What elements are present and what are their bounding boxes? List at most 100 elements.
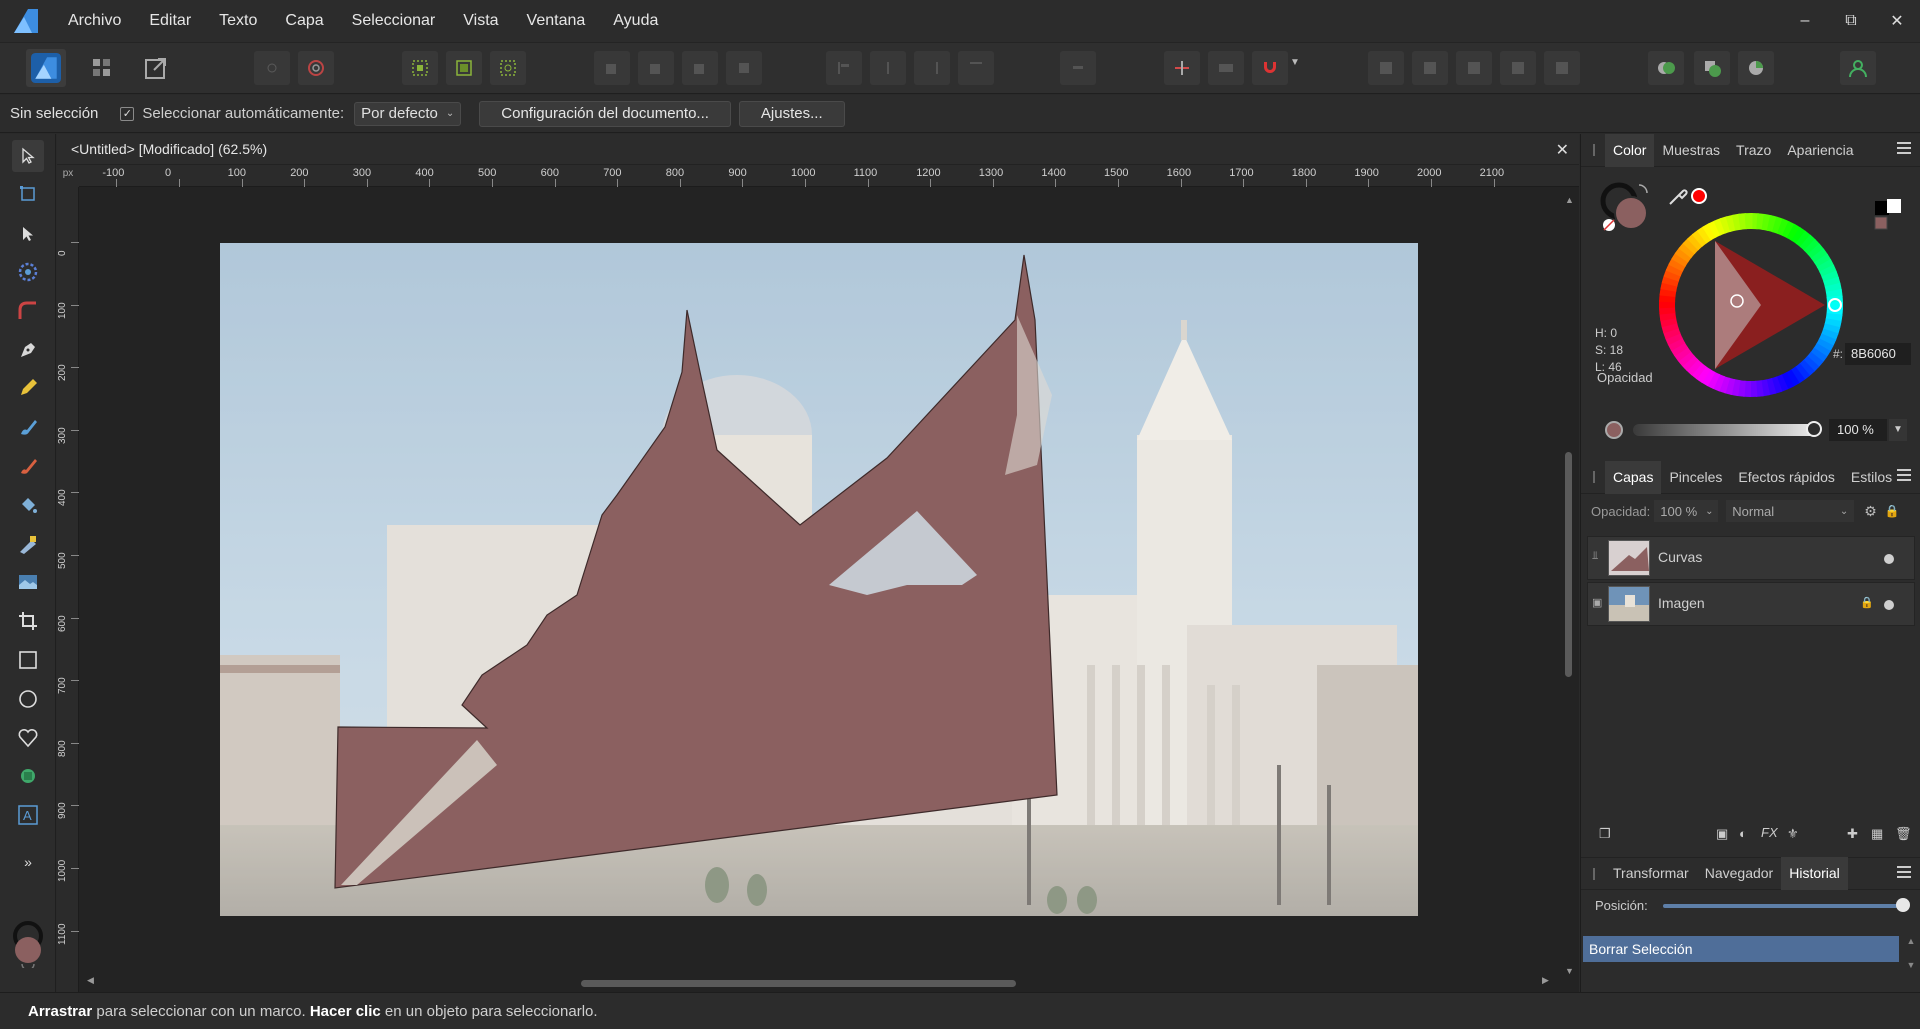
- heart-tool[interactable]: [12, 722, 44, 754]
- corner-tool[interactable]: [12, 295, 44, 327]
- close-window-button[interactable]: ✕: [1874, 0, 1920, 42]
- tab-historial[interactable]: Historial: [1781, 857, 1848, 890]
- color-wheel[interactable]: [1651, 205, 1851, 405]
- history-scrollbar[interactable]: ▲ ▼: [1903, 936, 1919, 986]
- canvas[interactable]: [57, 165, 1579, 992]
- history-slider-thumb[interactable]: [1896, 898, 1910, 912]
- designer-persona-button[interactable]: [26, 49, 66, 87]
- layer-opacity-input[interactable]: 100 % ⌄: [1654, 500, 1719, 522]
- boolean-3-button[interactable]: [1456, 51, 1492, 85]
- arrange-layers-icon[interactable]: ❐: [1599, 826, 1611, 842]
- export-persona-button[interactable]: [138, 51, 174, 85]
- settings-button[interactable]: Ajustes...: [738, 100, 845, 127]
- tab-pinceles[interactable]: Pinceles: [1661, 461, 1730, 494]
- vertical-scroll-thumb[interactable]: [1565, 452, 1572, 677]
- layer-settings-gear-icon[interactable]: ⚙: [1864, 503, 1877, 520]
- restore-button[interactable]: ⧉: [1828, 0, 1874, 42]
- close-document-icon[interactable]: ✕: [1556, 140, 1569, 160]
- canvas-area[interactable]: -200-10001002003004005006007008009001000…: [57, 165, 1579, 992]
- tab-trazo[interactable]: Trazo: [1728, 134, 1779, 167]
- opacity-slider[interactable]: [1633, 424, 1819, 436]
- scroll-down-icon[interactable]: ▼: [1565, 966, 1574, 976]
- fx-icon[interactable]: FX: [1761, 825, 1778, 840]
- fill-stroke-selector-icon[interactable]: [1597, 179, 1657, 239]
- account-button[interactable]: [1840, 51, 1876, 85]
- tab-capas[interactable]: Capas: [1605, 460, 1662, 494]
- default-colors-icon[interactable]: [1871, 197, 1907, 237]
- tab-estilos[interactable]: Estilos: [1843, 461, 1900, 494]
- live-filter-icon[interactable]: ⚜: [1787, 826, 1799, 842]
- horizontal-scrollbar[interactable]: ◀ ▶: [79, 972, 1559, 992]
- menu-item[interactable]: Capa: [271, 0, 337, 42]
- tab-apariencia[interactable]: Apariencia: [1779, 134, 1861, 167]
- fill-tool[interactable]: [12, 489, 44, 521]
- fill-stroke-swatch[interactable]: [10, 920, 46, 971]
- menu-item[interactable]: Seleccionar: [338, 0, 450, 42]
- snapping-dropdown-icon[interactable]: ▼: [1290, 57, 1300, 68]
- vertical-scrollbar[interactable]: ▲ ▼: [1559, 187, 1579, 992]
- tab-navegador[interactable]: Navegador: [1697, 857, 1782, 890]
- document-tab[interactable]: <Untitled> [Modificado] (62.5%) ✕: [57, 134, 1579, 165]
- menu-item[interactable]: Ayuda: [599, 0, 672, 42]
- align-2-button[interactable]: [870, 51, 906, 85]
- artistic-text-tool[interactable]: A: [12, 799, 44, 831]
- opacity-input[interactable]: 100 %: [1829, 419, 1887, 441]
- horizontal-ruler[interactable]: -200-10001002003004005006007008009001000…: [57, 165, 1579, 187]
- menu-item[interactable]: Editar: [135, 0, 205, 42]
- align-4-button[interactable]: [958, 51, 994, 85]
- scroll-down-icon[interactable]: ▼: [1903, 960, 1919, 970]
- hamburger-icon[interactable]: [1897, 142, 1911, 156]
- visibility-toggle-icon[interactable]: [1884, 554, 1894, 564]
- more-tools-button[interactable]: »: [12, 846, 44, 878]
- menu-item[interactable]: Texto: [205, 0, 271, 42]
- move-tool[interactable]: [12, 140, 44, 172]
- pencil-tool[interactable]: [12, 372, 44, 404]
- select-similar-button[interactable]: [490, 51, 526, 85]
- arrange-3-button[interactable]: [682, 51, 718, 85]
- scroll-right-icon[interactable]: ▶: [1542, 975, 1549, 986]
- node-tool[interactable]: [12, 218, 44, 250]
- minimize-button[interactable]: –: [1782, 0, 1828, 42]
- boolean-4-button[interactable]: [1500, 51, 1536, 85]
- paint-brush-tool[interactable]: [12, 450, 44, 482]
- picked-color-swatch[interactable]: [1691, 188, 1707, 204]
- quick-mask-3-button[interactable]: [1738, 51, 1774, 85]
- snapping-settings-button[interactable]: [298, 51, 334, 85]
- arrange-1-button[interactable]: [594, 51, 630, 85]
- vertical-ruler[interactable]: 0 100 200 300 400 500 600 700 800 900 1000 1100: [57, 165, 79, 992]
- align-1-button[interactable]: [826, 51, 862, 85]
- tab-transformar[interactable]: Transformar: [1605, 857, 1697, 890]
- snapping-magnet-button[interactable]: [1252, 51, 1288, 85]
- tab-efectos-rápidos[interactable]: Efectos rápidos: [1730, 461, 1843, 494]
- pixel-persona-button[interactable]: [84, 51, 120, 85]
- scroll-up-icon[interactable]: ▲: [1565, 195, 1574, 205]
- blend-mode-dropdown[interactable]: Normal ⌄: [1726, 500, 1855, 522]
- tab-color[interactable]: Color: [1605, 133, 1655, 167]
- transparency-tool[interactable]: [12, 528, 44, 560]
- opacity-slider-thumb[interactable]: [1806, 421, 1822, 437]
- tab-muestras[interactable]: Muestras: [1654, 134, 1728, 167]
- quick-mask-2-button[interactable]: [1694, 51, 1730, 85]
- add-layer-icon[interactable]: ✚: [1847, 826, 1858, 842]
- menu-item[interactable]: Ventana: [513, 0, 600, 42]
- place-image-tool[interactable]: [12, 566, 44, 598]
- vector-brush-tool[interactable]: [12, 411, 44, 443]
- crop-tool[interactable]: [12, 605, 44, 637]
- panel-grip[interactable]: [1593, 471, 1595, 483]
- lock-icon[interactable]: 🔒: [1885, 504, 1900, 518]
- menu-item[interactable]: Archivo: [54, 0, 135, 42]
- autoselect-checkbox[interactable]: ✓: [120, 106, 135, 121]
- artboard-tool[interactable]: [12, 178, 44, 210]
- arrange-2-button[interactable]: [638, 51, 674, 85]
- point-transform-tool[interactable]: [12, 256, 44, 288]
- panel-grip[interactable]: [1593, 144, 1595, 156]
- hex-input[interactable]: 8B6060: [1845, 343, 1911, 365]
- document-setup-button[interactable]: Configuración del documento...: [479, 100, 731, 127]
- toggle-1-button[interactable]: [254, 51, 290, 85]
- horizontal-scroll-thumb[interactable]: [581, 980, 1016, 987]
- hamburger-icon[interactable]: [1897, 469, 1911, 483]
- ellipse-tool[interactable]: [12, 683, 44, 715]
- menu-item[interactable]: Vista: [449, 0, 512, 42]
- history-position-slider[interactable]: [1663, 904, 1903, 908]
- opacity-dropdown-icon[interactable]: ▼: [1889, 419, 1907, 441]
